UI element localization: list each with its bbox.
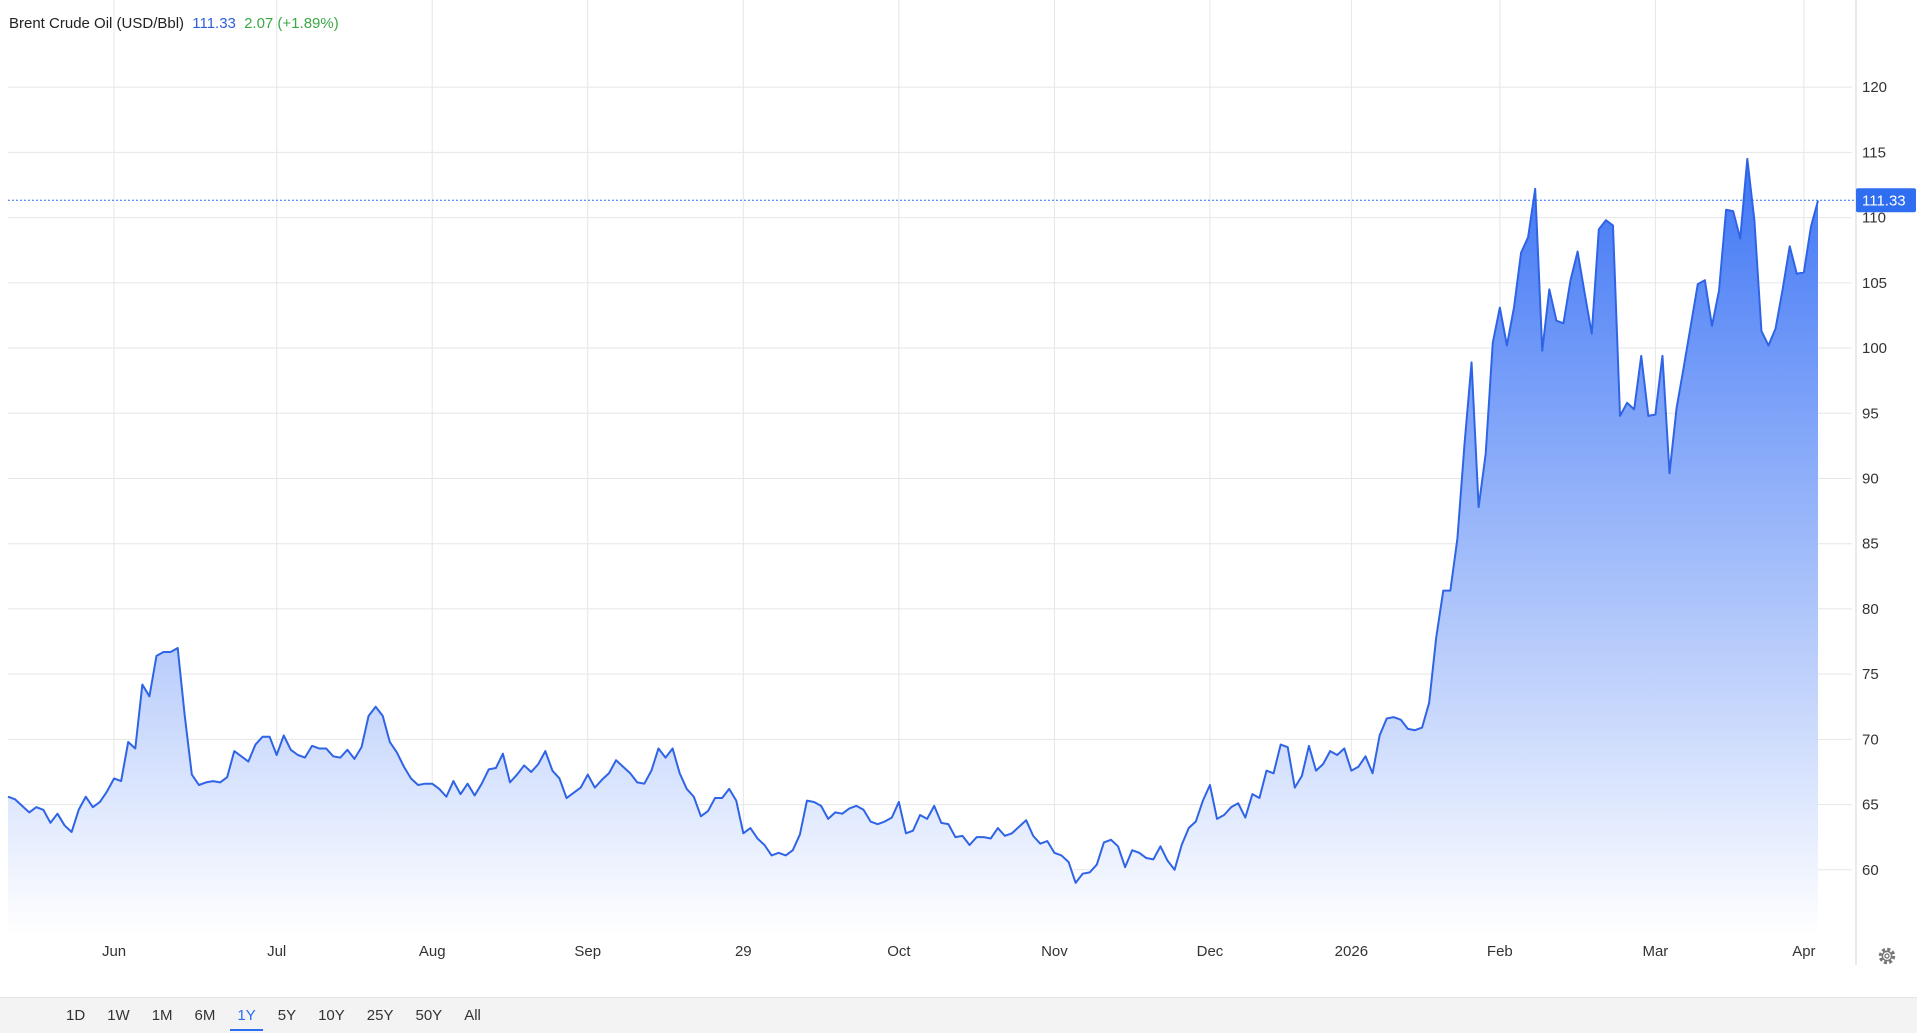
time-range-bar: 1D1W1M6M1Y5Y10Y25Y50YAll: [0, 997, 1917, 1033]
x-axis: JunJulAugSep29OctNovDec2026FebMarAprMay: [102, 943, 1917, 960]
range-button-1w[interactable]: 1W: [96, 998, 141, 1033]
x-tick-label: Jun: [102, 943, 126, 960]
y-tick-label: 115: [1862, 144, 1886, 161]
x-tick-label: 29: [735, 943, 752, 960]
last-price-tag: 111.33: [1862, 192, 1906, 209]
chart-header: Brent Crude Oil (USD/Bbl) 111.33 2.07 (+…: [9, 15, 343, 32]
y-tick-label: 80: [1862, 601, 1879, 618]
series-area-fill: [8, 159, 1818, 935]
x-tick-label: Jul: [267, 943, 286, 960]
gear-icon[interactable]: [1876, 945, 1898, 967]
x-tick-label: Nov: [1041, 943, 1068, 960]
y-tick-label: 70: [1862, 731, 1879, 748]
price-change: 2.07 (+1.89%): [244, 15, 339, 32]
instrument-title: Brent Crude Oil (USD/Bbl): [9, 15, 184, 32]
x-tick-label: Aug: [419, 943, 446, 960]
current-price: 111.33: [192, 15, 236, 32]
x-tick-label: 2026: [1335, 943, 1368, 960]
x-tick-label: Oct: [887, 943, 911, 960]
range-button-50y[interactable]: 50Y: [405, 998, 454, 1033]
y-tick-label: 65: [1862, 797, 1879, 814]
range-button-10y[interactable]: 10Y: [307, 998, 356, 1033]
y-tick-label: 90: [1862, 470, 1879, 487]
x-tick-label: Sep: [574, 943, 601, 960]
range-button-1y[interactable]: 1Y: [226, 998, 266, 1033]
last-price-marker: 111.33: [8, 188, 1916, 212]
y-tick-label: 120: [1862, 79, 1887, 96]
x-tick-label: Mar: [1642, 943, 1668, 960]
y-tick-label: 95: [1862, 405, 1879, 422]
x-tick-label: Dec: [1197, 943, 1224, 960]
y-tick-label: 100: [1862, 340, 1887, 357]
range-button-25y[interactable]: 25Y: [356, 998, 405, 1033]
y-tick-label: 105: [1862, 275, 1887, 292]
y-tick-label: 75: [1862, 666, 1879, 683]
y-tick-label: 85: [1862, 536, 1879, 553]
area-series: [8, 159, 1818, 935]
range-button-all[interactable]: All: [453, 998, 492, 1033]
x-tick-label: Apr: [1792, 943, 1815, 960]
range-button-6m[interactable]: 6M: [184, 998, 227, 1033]
range-button-1d[interactable]: 1D: [55, 998, 96, 1033]
time-range-selector: 1D1W1M6M1Y5Y10Y25Y50YAll: [55, 998, 492, 1033]
x-tick-label: Feb: [1487, 943, 1513, 960]
y-tick-label: 60: [1862, 862, 1879, 879]
range-button-5y[interactable]: 5Y: [267, 998, 307, 1033]
range-button-1m[interactable]: 1M: [141, 998, 184, 1033]
price-chart[interactable]: 6065707580859095100105110115120 JunJulAu…: [0, 0, 1917, 1032]
